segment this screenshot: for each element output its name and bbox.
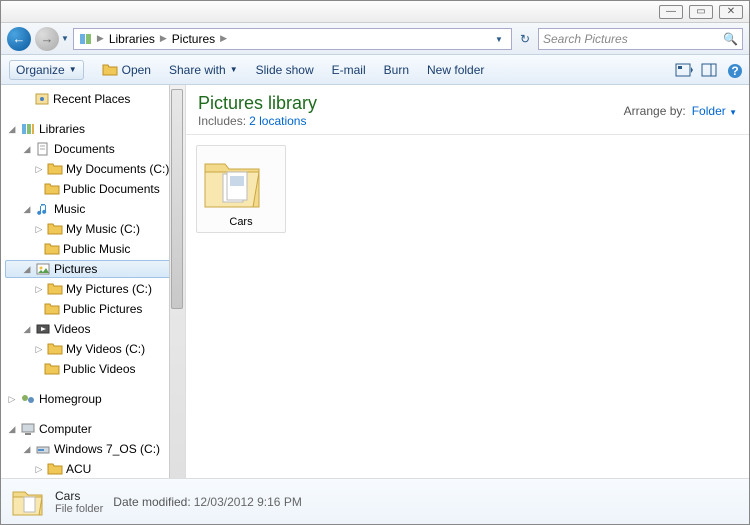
preview-pane-button[interactable] bbox=[701, 63, 715, 77]
tree-public-music[interactable]: Public Music bbox=[5, 240, 185, 258]
details-type: File folder bbox=[55, 503, 103, 515]
folder-icon bbox=[197, 152, 285, 214]
breadcrumb-bar[interactable]: ▶ Libraries ▶ Pictures ▶ ▼ bbox=[73, 28, 512, 50]
open-button[interactable]: Open bbox=[102, 62, 151, 78]
svg-text:?: ? bbox=[731, 64, 738, 78]
tree-recent-places[interactable]: Recent Places bbox=[5, 90, 185, 108]
title-bar: — ▭ ✕ bbox=[1, 1, 749, 23]
library-header: Pictures library Includes: 2 locations A… bbox=[186, 85, 749, 135]
folder-icon bbox=[44, 181, 60, 197]
new-folder-button[interactable]: New folder bbox=[427, 63, 484, 77]
folder-icon bbox=[44, 241, 60, 257]
maximize-button[interactable]: ▭ bbox=[689, 5, 713, 19]
search-input[interactable]: Search Pictures 🔍 bbox=[538, 28, 743, 50]
open-icon bbox=[102, 62, 118, 78]
details-pane: Cars File folder Date modified: 12/03/20… bbox=[1, 478, 749, 524]
tree-my-documents[interactable]: ▷My Documents (C:) bbox=[5, 160, 185, 178]
navigation-pane: Recent Places ◢Libraries ◢Documents ▷My … bbox=[1, 85, 186, 478]
tree-acu[interactable]: ▷ACU bbox=[5, 460, 185, 478]
folder-icon bbox=[47, 461, 63, 477]
folder-label: Cars bbox=[197, 216, 285, 228]
close-button[interactable]: ✕ bbox=[719, 5, 743, 19]
arrange-by-button[interactable]: Folder ▼ bbox=[692, 104, 737, 118]
music-icon bbox=[35, 201, 51, 217]
folder-item-cars[interactable]: Cars bbox=[196, 145, 286, 233]
folder-icon bbox=[44, 301, 60, 317]
breadcrumb-separator: ▶ bbox=[160, 33, 167, 44]
sidebar-scrollbar[interactable] bbox=[169, 85, 185, 478]
arrange-by-label: Arrange by: bbox=[624, 104, 686, 118]
content-pane: Pictures library Includes: 2 locations A… bbox=[186, 85, 749, 478]
documents-icon bbox=[35, 141, 51, 157]
tree-public-documents[interactable]: Public Documents bbox=[5, 180, 185, 198]
tree-homegroup[interactable]: ▷Homegroup bbox=[5, 390, 185, 408]
breadcrumb-libraries[interactable]: Libraries bbox=[107, 32, 157, 46]
pictures-icon bbox=[35, 261, 51, 277]
tree-music[interactable]: ◢Music bbox=[5, 200, 185, 218]
breadcrumb-separator: ▶ bbox=[220, 33, 227, 44]
details-icon bbox=[9, 484, 45, 520]
burn-button[interactable]: Burn bbox=[384, 63, 409, 77]
tree-my-music[interactable]: ▷My Music (C:) bbox=[5, 220, 185, 238]
includes-link[interactable]: 2 locations bbox=[249, 114, 306, 128]
organize-button[interactable]: Organize ▼ bbox=[9, 60, 84, 80]
library-title: Pictures library bbox=[198, 93, 317, 114]
folder-icon bbox=[47, 281, 63, 297]
items-grid[interactable]: Cars bbox=[186, 135, 749, 478]
tree-computer[interactable]: ◢Computer bbox=[5, 420, 185, 438]
tree-videos[interactable]: ◢Videos bbox=[5, 320, 185, 338]
minimize-button[interactable]: — bbox=[659, 5, 683, 19]
search-placeholder: Search Pictures bbox=[543, 32, 628, 46]
includes-label: Includes: bbox=[198, 114, 246, 128]
library-icon bbox=[78, 31, 94, 47]
folder-icon bbox=[47, 221, 63, 237]
address-bar: ← → ▼ ▶ Libraries ▶ Pictures ▶ ▼ ↻ Searc… bbox=[1, 23, 749, 55]
details-modified-value: 12/03/2012 9:16 PM bbox=[194, 495, 302, 509]
tree-public-videos[interactable]: Public Videos bbox=[5, 360, 185, 378]
tree-public-pictures[interactable]: Public Pictures bbox=[5, 300, 185, 318]
breadcrumb-separator: ▶ bbox=[97, 33, 104, 44]
folder-icon bbox=[47, 341, 63, 357]
view-button[interactable] bbox=[675, 63, 689, 77]
refresh-button[interactable]: ↻ bbox=[516, 32, 534, 46]
breadcrumb-pictures[interactable]: Pictures bbox=[170, 32, 217, 46]
videos-icon bbox=[35, 321, 51, 337]
tree-documents[interactable]: ◢Documents bbox=[5, 140, 185, 158]
homegroup-icon bbox=[20, 391, 36, 407]
tree-libraries[interactable]: ◢Libraries bbox=[5, 120, 185, 138]
tree-pictures[interactable]: ◢Pictures bbox=[5, 260, 185, 278]
command-bar: Organize ▼ Open Share with ▼ Slide show … bbox=[1, 55, 749, 85]
forward-button[interactable]: → bbox=[35, 27, 59, 51]
email-button[interactable]: E-mail bbox=[332, 63, 366, 77]
tree-my-pictures[interactable]: ▷My Pictures (C:) bbox=[5, 280, 185, 298]
recent-locations-dropdown[interactable]: ▼ bbox=[61, 34, 69, 43]
help-button[interactable]: ? bbox=[727, 63, 741, 77]
tree-my-videos[interactable]: ▷My Videos (C:) bbox=[5, 340, 185, 358]
address-dropdown[interactable]: ▼ bbox=[491, 33, 507, 44]
slideshow-button[interactable]: Slide show bbox=[256, 63, 314, 77]
drive-icon bbox=[35, 441, 51, 457]
details-name: Cars bbox=[55, 489, 103, 503]
folder-icon bbox=[44, 361, 60, 377]
libraries-icon bbox=[20, 121, 36, 137]
share-with-button[interactable]: Share with ▼ bbox=[169, 63, 238, 77]
details-modified-label: Date modified: bbox=[113, 495, 190, 509]
tree-os-drive[interactable]: ◢Windows 7_OS (C:) bbox=[5, 440, 185, 458]
back-button[interactable]: ← bbox=[7, 27, 31, 51]
computer-icon bbox=[20, 421, 36, 437]
recent-icon bbox=[34, 91, 50, 107]
search-icon: 🔍 bbox=[723, 32, 738, 46]
folder-icon bbox=[47, 161, 63, 177]
